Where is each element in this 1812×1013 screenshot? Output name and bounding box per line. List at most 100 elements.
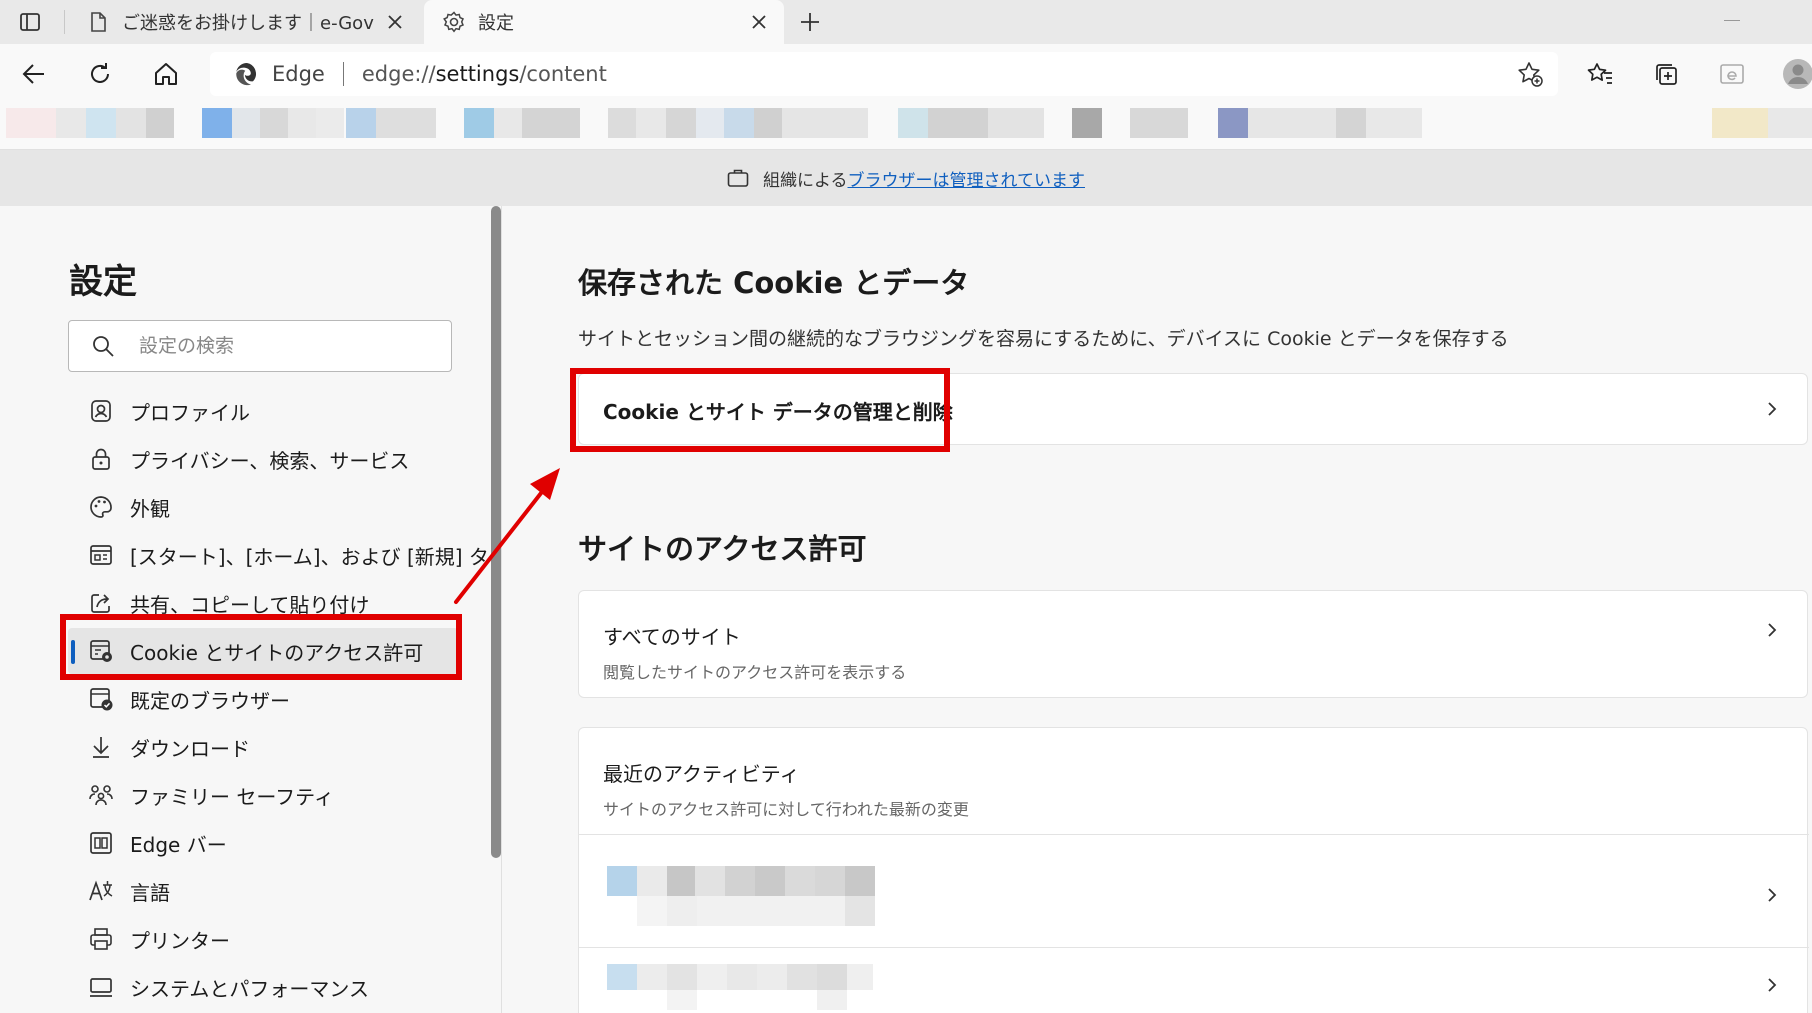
settings-content: 保存された Cookie とデータ サイトとセッション間の継続的なブラウジングを…	[502, 206, 1812, 1013]
all-sites-subtitle: 閲覧したサイトのアクセス許可を表示する	[603, 663, 907, 682]
search-input[interactable]	[139, 335, 419, 357]
ie-mode-icon	[1720, 64, 1744, 84]
address-bar[interactable]: Edge edge://settings/content	[210, 52, 1558, 96]
sidebar-title: 設定	[69, 262, 137, 302]
blurred-favorite	[522, 108, 580, 138]
tab-actions-button[interactable]	[8, 6, 52, 38]
blurred-favorite	[260, 108, 288, 138]
profile-avatar-button[interactable]	[1780, 56, 1812, 92]
sidebar-item-languages[interactable]: 言語	[68, 868, 458, 914]
close-icon[interactable]	[384, 11, 406, 33]
collections-button[interactable]	[1648, 56, 1684, 92]
back-button[interactable]	[16, 56, 52, 92]
sidebar-item-privacy[interactable]: プライバシー、検索、サービス	[68, 436, 458, 482]
blurred-favorite	[346, 108, 376, 138]
chevron-right-icon	[1768, 402, 1777, 416]
permissions-section-heading: サイトのアクセス許可	[578, 532, 867, 566]
recent-site-entry[interactable]	[607, 964, 897, 1013]
sidebar-scrollbar[interactable]	[491, 206, 501, 858]
tab-settings[interactable]: 設定	[424, 0, 784, 44]
blurred-favorite	[232, 108, 260, 138]
favorites-star-icon	[1587, 63, 1612, 84]
sidebar-item-label: ファミリー セーフティ	[130, 784, 334, 809]
card-divider	[579, 947, 1809, 948]
recent-site-entry[interactable]	[607, 866, 897, 926]
close-icon[interactable]	[748, 11, 770, 33]
tab-egov[interactable]: ご迷惑をお掛けします｜e-Gov	[68, 0, 420, 44]
sidebar-item-label: プリンター	[130, 928, 230, 953]
ie-mode-button[interactable]	[1714, 56, 1750, 92]
cookies-section-description: サイトとセッション間の継続的なブラウジングを容易にするために、デバイスに Coo…	[578, 328, 1509, 350]
lock-icon	[92, 448, 110, 470]
collections-icon	[1656, 64, 1677, 85]
home-button[interactable]	[148, 56, 184, 92]
blurred-favorite	[316, 108, 344, 138]
blurred-favorite	[928, 108, 988, 138]
blurred-favorite	[116, 108, 146, 138]
tab-actions-icon	[20, 13, 40, 31]
managed-browser-link[interactable]: ブラウザーは管理されています	[848, 166, 1086, 191]
refresh-icon	[91, 63, 109, 83]
sidebar-item-label: プロファイル	[130, 400, 250, 425]
chevron-right-icon	[1768, 623, 1777, 637]
toolbar: Edge edge://settings/content	[0, 44, 1812, 104]
blurred-favorite	[86, 108, 116, 138]
sidebar-item-appearance[interactable]: 外観	[68, 484, 458, 530]
start-home-icon	[90, 545, 112, 565]
avatar-icon	[1783, 59, 1812, 89]
gear-icon	[443, 11, 464, 33]
sidebar-item-label: 既定のブラウザー	[130, 688, 290, 713]
sidebar-item-label: [スタート]、[ホーム]、および [新規] タブ	[130, 544, 509, 569]
sidebar-item-system[interactable]: システムとパフォーマンス	[68, 964, 458, 1010]
blurred-favorite	[608, 108, 636, 138]
annotation-box-manage-cookies	[570, 368, 950, 452]
sidebar-item-edge-bar[interactable]: Edge バー	[68, 820, 458, 866]
sidebar-item-label: Edge バー	[130, 832, 227, 857]
favorites-button[interactable]	[1582, 56, 1618, 92]
printer-icon	[90, 928, 112, 950]
blurred-favorite	[1218, 108, 1248, 138]
all-sites-row[interactable]: すべてのサイト 閲覧したサイトのアクセス許可を表示する	[578, 590, 1808, 698]
briefcase-icon	[727, 169, 749, 187]
sidebar-item-label: システムとパフォーマンス	[130, 976, 369, 1001]
annotation-box-sidebar	[60, 614, 462, 680]
sidebar-item-label: 言語	[130, 880, 170, 905]
tab-separator	[64, 10, 65, 34]
sidebar-item-label: ダウンロード	[130, 736, 250, 761]
blurred-favorite	[782, 108, 868, 138]
blurred-favorite	[1712, 108, 1768, 138]
new-tab-button[interactable]	[794, 6, 826, 38]
sidebar-item-downloads[interactable]: ダウンロード	[68, 724, 458, 770]
sidebar-item-default-browser[interactable]: 既定のブラウザー	[68, 676, 458, 722]
sidebar-item-printers[interactable]: プリンター	[68, 916, 458, 962]
tab-title: 設定	[478, 13, 514, 34]
chevron-right-icon[interactable]	[1763, 886, 1781, 904]
minimize-button[interactable]	[1724, 20, 1740, 21]
settings-sidebar: 設定 プロファイル プライバシー、検索、サービス 外観 [スタート]、[ホーム]…	[0, 206, 509, 1013]
family-icon	[89, 785, 113, 806]
card-divider	[579, 834, 1809, 835]
blurred-favorite	[636, 108, 666, 138]
edge-logo-icon	[236, 63, 256, 86]
blurred-favorite	[1130, 108, 1188, 138]
sidebar-item-profile[interactable]: プロファイル	[68, 388, 458, 434]
settings-search-box[interactable]	[68, 320, 452, 372]
address-divider	[342, 62, 344, 86]
refresh-button[interactable]	[82, 56, 118, 92]
sidebar-item-start-home[interactable]: [スタート]、[ホーム]、および [新規] タブ	[68, 532, 509, 578]
profile-icon	[91, 400, 111, 422]
blurred-favorite	[376, 108, 436, 138]
add-favorite-icon[interactable]	[1516, 60, 1544, 88]
blurred-favorite	[202, 108, 232, 138]
blurred-favorite	[494, 108, 522, 138]
download-icon	[93, 737, 109, 758]
sidebar-item-label: 外観	[130, 496, 170, 521]
blurred-favorite	[1072, 108, 1102, 138]
blurred-favorite	[1248, 108, 1336, 138]
all-sites-title: すべてのサイト	[603, 625, 741, 649]
language-icon	[89, 880, 113, 901]
sidebar-item-family-safety[interactable]: ファミリー セーフティ	[68, 772, 458, 818]
banner-text: 組織による	[763, 170, 848, 191]
palette-icon	[90, 496, 112, 518]
chevron-right-icon[interactable]	[1763, 976, 1781, 994]
